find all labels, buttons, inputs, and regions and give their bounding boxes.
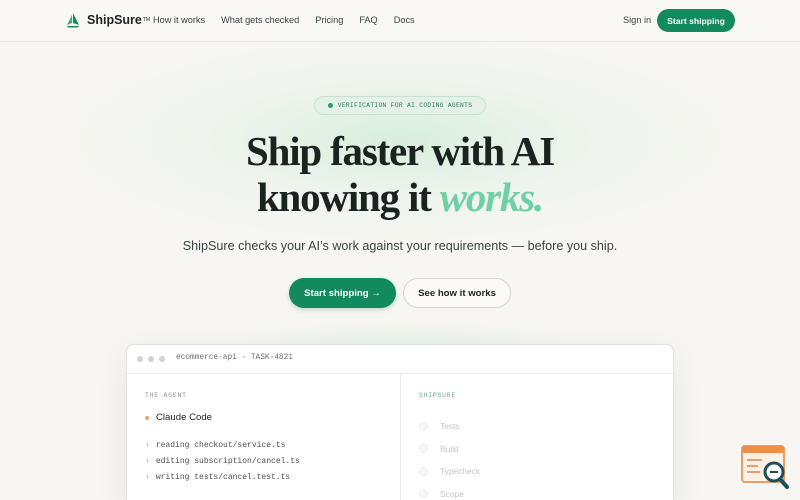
see-how-it-works-button[interactable]: See how it works bbox=[403, 278, 511, 308]
agent-name-row: Claude Code bbox=[145, 412, 212, 423]
check-label: Typecheck bbox=[440, 466, 481, 477]
nav-link-pricing[interactable]: Pricing bbox=[315, 15, 343, 25]
check-item-scope: Scope bbox=[419, 483, 480, 500]
log-line: › writing tests/cancel.test.ts bbox=[145, 470, 300, 486]
chevron-right-icon: › bbox=[145, 457, 150, 466]
nav-links: How it works What gets checked Pricing F… bbox=[153, 15, 415, 25]
shipsure-section-label: SHIPSURE bbox=[419, 392, 457, 399]
window-dot-icon bbox=[137, 356, 143, 362]
demo-window-title: ecommerce-api · TASK-4821 bbox=[176, 354, 293, 362]
agent-section-label: THE AGENT bbox=[145, 392, 187, 399]
top-navbar: ShipSure TM How it works What gets check… bbox=[0, 0, 800, 42]
nav-link-faq[interactable]: FAQ bbox=[359, 15, 377, 25]
chevron-right-icon: › bbox=[145, 473, 150, 482]
check-label: Tests bbox=[440, 421, 460, 432]
hero-badge: VERIFICATION FOR AI CODING AGENTS bbox=[314, 96, 486, 115]
window-dot-icon bbox=[159, 356, 165, 362]
headline-accent: works. bbox=[439, 174, 545, 220]
log-line-text: editing subscription/cancel.ts bbox=[155, 457, 300, 466]
check-item-typecheck: Typecheck bbox=[419, 460, 480, 483]
pending-circle-icon bbox=[419, 489, 428, 499]
nav-link-docs[interactable]: Docs bbox=[394, 15, 415, 25]
check-label: Build bbox=[440, 443, 459, 454]
check-label: Scope bbox=[440, 488, 464, 499]
check-item-build: Build bbox=[419, 438, 480, 461]
headline-line-1: Ship faster with AI bbox=[246, 128, 555, 174]
nav-link-what-gets-checked[interactable]: What gets checked bbox=[221, 15, 299, 25]
agent-name: Claude Code bbox=[156, 412, 213, 423]
agent-status-dot-icon bbox=[145, 415, 149, 420]
shipsure-check-list: Tests Build Typecheck Scope bbox=[419, 415, 480, 500]
nav-link-how-it-works[interactable]: How it works bbox=[153, 15, 205, 25]
hero-headline: Ship faster with AI knowing it works. bbox=[0, 128, 800, 220]
nav-start-shipping-button[interactable]: Start shipping bbox=[657, 9, 735, 32]
log-line: › editing subscription/cancel.ts bbox=[145, 454, 300, 470]
brand-trademark: TM bbox=[142, 17, 151, 23]
agent-log-list: › reading checkout/service.ts › editing su… bbox=[145, 438, 300, 486]
log-line-text: reading checkout/service.ts bbox=[155, 441, 286, 450]
window-dot-icon bbox=[148, 356, 154, 362]
pending-circle-icon bbox=[419, 466, 428, 476]
badge-text: VERIFICATION FOR AI CODING AGENTS bbox=[337, 102, 473, 109]
brand-home-link[interactable]: ShipSure TM bbox=[66, 12, 150, 28]
hero-subhead: ShipSure checks your AI’s work against y… bbox=[182, 239, 618, 253]
pending-circle-icon bbox=[419, 444, 428, 454]
log-line: › reading checkout/service.ts bbox=[145, 438, 300, 454]
brand-name: ShipSure bbox=[87, 13, 142, 27]
badge-dot-icon bbox=[327, 103, 333, 108]
pending-circle-icon bbox=[419, 421, 428, 431]
search-magnifier-icon bbox=[741, 445, 789, 489]
floating-search-widget[interactable] bbox=[740, 444, 792, 492]
demo-window: ecommerce-api · TASK-4821 THE AGENT Clau… bbox=[126, 344, 674, 500]
demo-window-titlebar: ecommerce-api · TASK-4821 bbox=[127, 345, 673, 374]
demo-divider bbox=[400, 374, 401, 500]
window-controls bbox=[137, 356, 165, 362]
sail-icon bbox=[67, 13, 79, 28]
check-item-tests: Tests bbox=[419, 415, 480, 438]
log-line-text: writing tests/cancel.test.ts bbox=[155, 473, 291, 482]
headline-line-2-prefix: knowing it bbox=[256, 174, 440, 220]
chevron-right-icon: › bbox=[145, 441, 150, 450]
start-shipping-button[interactable]: Start shipping → bbox=[289, 278, 396, 308]
sign-in-link[interactable]: Sign in bbox=[623, 15, 651, 25]
